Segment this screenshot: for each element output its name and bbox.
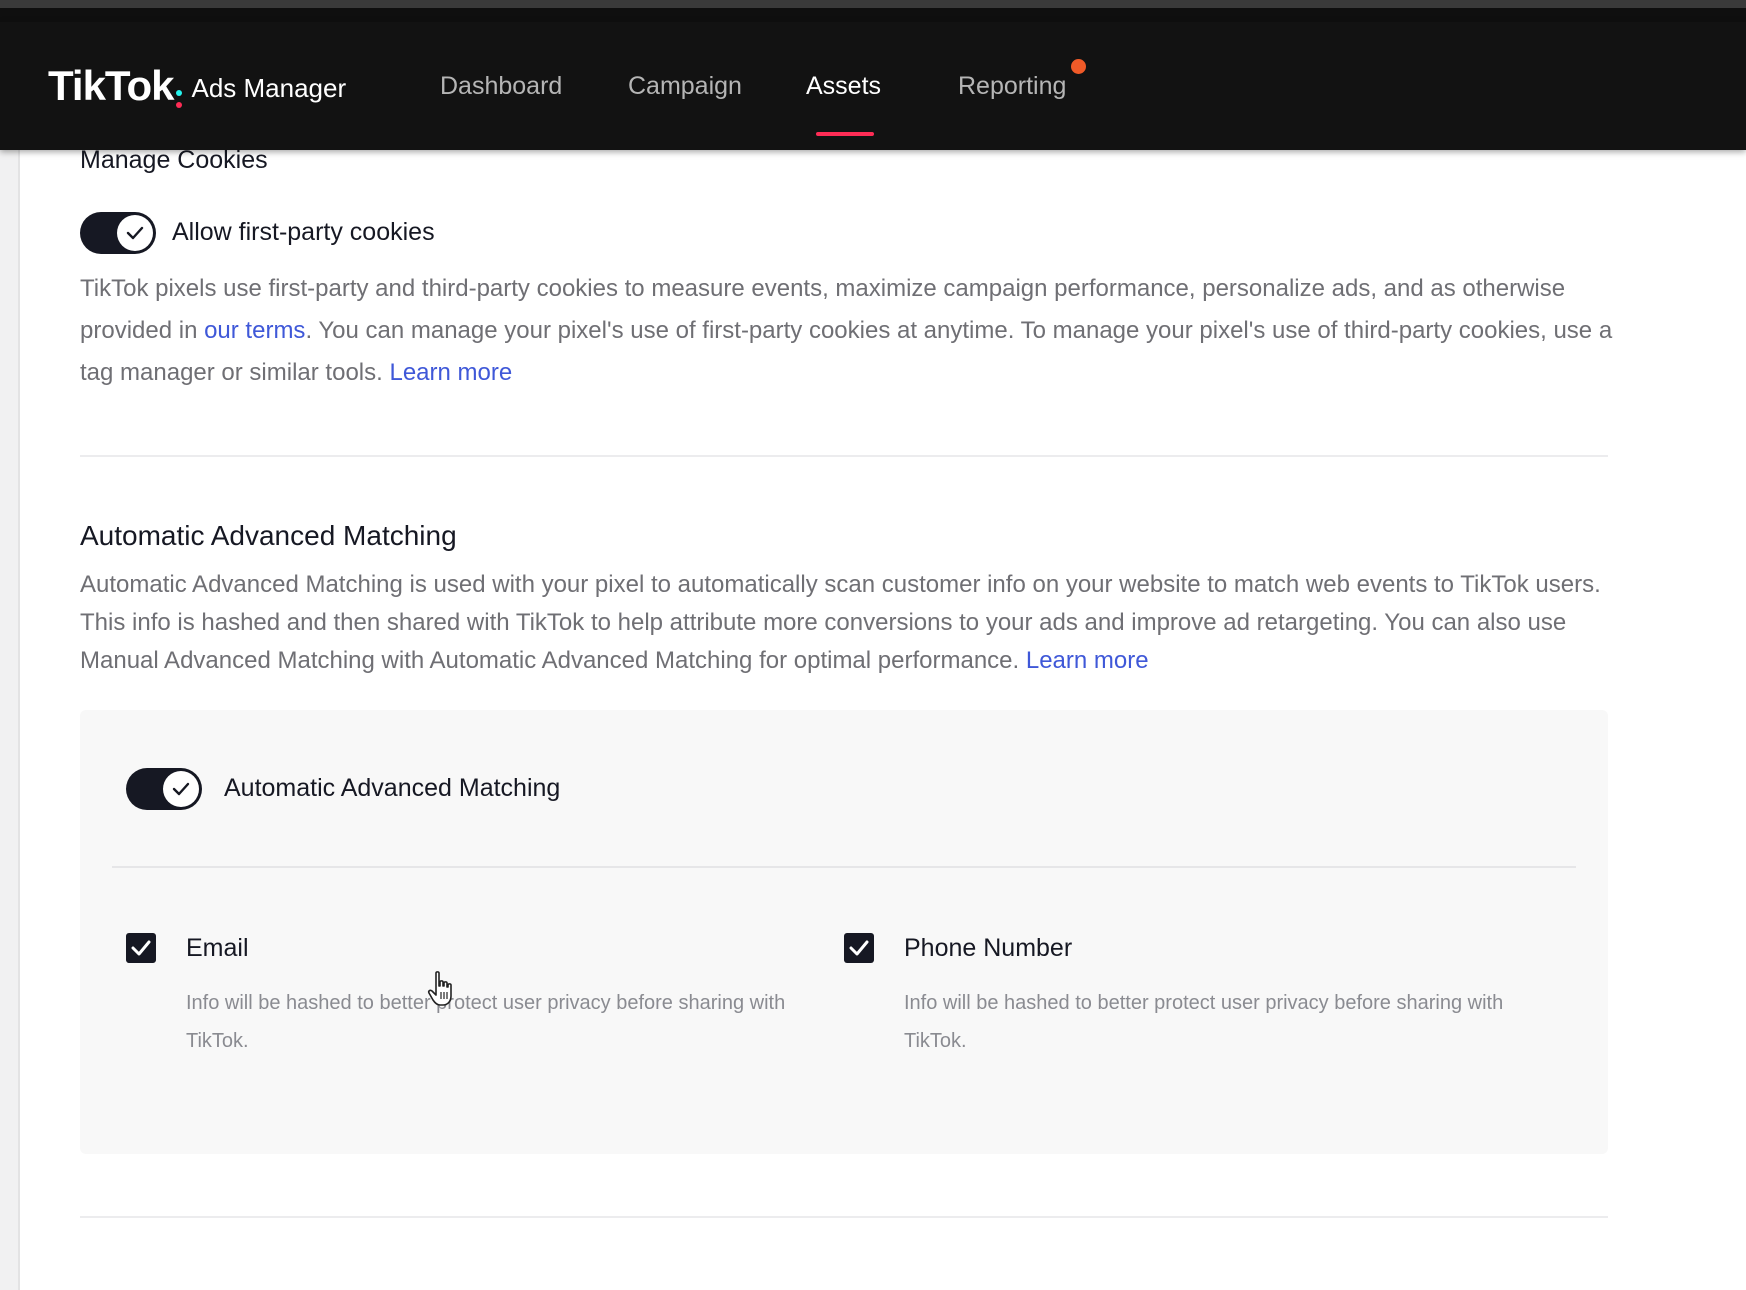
aam-toggle[interactable] [126,768,202,810]
aam-toggle-label: Automatic Advanced Matching [224,774,561,802]
toggle-knob [163,771,199,807]
window-top-shadow [0,8,1746,22]
window-top-strip [0,0,1746,8]
manage-cookies-heading: Manage Cookies [80,146,268,174]
check-icon [126,226,144,240]
aam-section-title: Automatic Advanced Matching [80,520,457,551]
aam-desc-text: Automatic Advanced Matching is used with… [80,571,1601,674]
nav-dashboard[interactable]: Dashboard [440,68,562,104]
aam-description: Automatic Advanced Matching is used with… [80,566,1620,680]
nav-campaign[interactable]: Campaign [628,68,742,104]
cookies-description: TikTok pixels use first-party and third-… [80,268,1620,394]
phone-number-hint: Info will be hashed to better protect us… [904,992,1504,1052]
toggle-knob [117,215,153,251]
nav-reporting[interactable]: Reporting [958,68,1066,104]
notification-dot-icon [1071,59,1086,74]
panel-divider [112,866,1576,868]
first-party-cookies-label: Allow first-party cookies [172,218,435,246]
cookies-learn-more-link[interactable]: Learn more [389,359,512,386]
tiktok-ads-manager-logo[interactable]: TikTok Ads Manager [48,62,346,110]
checkbox-check-icon [849,940,869,956]
our-terms-link[interactable]: our terms [204,317,305,344]
email-label: Email [186,934,249,962]
nav-assets[interactable]: Assets [806,68,881,104]
hand-pointer-cursor-icon [427,971,452,1006]
aam-learn-more-link[interactable]: Learn more [1026,647,1149,674]
logo-wordmark: TikTok [48,62,174,109]
section-divider-bottom [80,1216,1608,1218]
left-sidebar-border [18,150,20,1290]
section-divider [80,455,1608,457]
nav-active-underline [816,132,874,136]
email-hint: Info will be hashed to better protect us… [186,992,786,1052]
cookies-desc-text-2: . You can manage your pixel's use of fir… [80,317,1613,386]
top-navbar: TikTok Ads Manager Dashboard Campaign As… [0,22,1746,150]
logo-product-name: Ads Manager [191,73,347,103]
logo-colon-icon [173,76,183,110]
left-sidebar-edge [0,150,18,1290]
check-icon [172,782,190,796]
checkbox-check-icon [131,940,151,956]
first-party-cookies-toggle[interactable] [80,212,156,254]
phone-number-label: Phone Number [904,934,1073,962]
email-checkbox[interactable] [126,933,156,963]
phone-number-checkbox[interactable] [844,933,874,963]
